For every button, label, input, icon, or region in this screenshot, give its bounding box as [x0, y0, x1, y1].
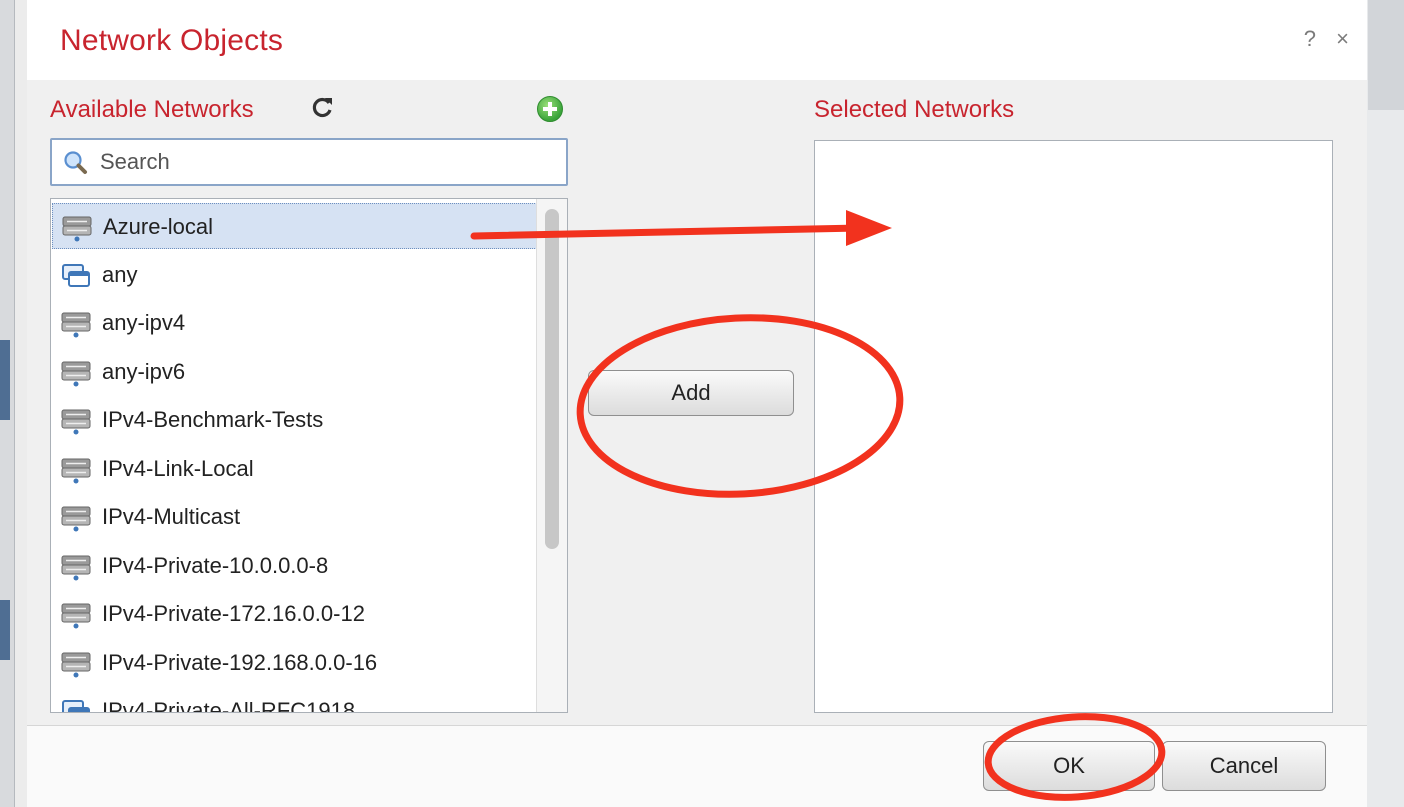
- list-item[interactable]: IPv4-Private-192.168.0.0-16: [52, 640, 537, 686]
- network-host-icon: [61, 312, 91, 338]
- add-circle-icon[interactable]: [537, 96, 563, 122]
- list-scrollbar-thumb[interactable]: [545, 209, 559, 549]
- list-item[interactable]: any-ipv6: [52, 349, 537, 395]
- network-host-icon: [61, 361, 91, 386]
- network-host-icon: [62, 216, 92, 242]
- list-item[interactable]: IPv4-Benchmark-Tests: [52, 397, 537, 443]
- network-host-icon: [61, 506, 91, 532]
- network-group-icon: [62, 700, 90, 712]
- add-button[interactable]: Add: [588, 370, 794, 416]
- background-strip: [1368, 0, 1404, 110]
- selected-networks-list[interactable]: [814, 140, 1333, 713]
- search-placeholder: Search: [100, 149, 170, 174]
- list-item-label: IPv4-Multicast: [102, 504, 241, 529]
- list-item-label: any: [102, 261, 138, 287]
- list-item[interactable]: IPv4-Multicast: [52, 494, 537, 540]
- list-item[interactable]: IPv4-Private-172.16.0.0-12: [52, 591, 537, 637]
- list-item[interactable]: IPv4-Private-10.0.0.0-8: [52, 543, 537, 589]
- dialog-titlebar: Network Objects ? ×: [27, 0, 1367, 80]
- list-item-label: IPv4-Private-172.16.0.0-12: [102, 601, 365, 626]
- network-host-icon: [61, 555, 91, 580]
- cancel-button[interactable]: Cancel: [1162, 741, 1326, 791]
- list-item-label: IPv4-Private-10.0.0.0-8: [102, 552, 329, 578]
- network-host-icon: [61, 652, 91, 677]
- available-networks-label: Available Networks: [50, 96, 254, 123]
- network-host-icon: [61, 603, 91, 629]
- close-icon[interactable]: ×: [1336, 26, 1349, 51]
- list-item-label: IPv4-Private-All-RFC1918: [102, 698, 356, 713]
- search-input[interactable]: Search: [50, 138, 568, 186]
- list-item[interactable]: any: [52, 252, 537, 298]
- list-item[interactable]: Azure-local: [52, 203, 537, 249]
- list-item-label: Azure-local: [103, 214, 214, 239]
- ok-button[interactable]: OK: [983, 741, 1155, 791]
- background-strip: [0, 600, 10, 660]
- search-icon: [64, 151, 87, 174]
- background-app-left: [0, 0, 15, 807]
- list-item[interactable]: IPv4-Link-Local: [52, 446, 537, 492]
- list-item-label: IPv4-Link-Local: [102, 455, 254, 481]
- list-item[interactable]: IPv4-Private-All-RFC1918: [52, 688, 537, 713]
- list-item-label: any-ipv4: [102, 310, 186, 335]
- dialog-title: Network Objects: [60, 24, 284, 57]
- available-networks-list[interactable]: Azure-local any any-ipv4 any-ipv6 IPv4-Bench…: [50, 198, 568, 713]
- network-host-icon: [61, 409, 91, 435]
- background-strip: [0, 340, 10, 420]
- network-host-icon: [61, 458, 91, 483]
- list-item-label: any-ipv6: [102, 358, 186, 384]
- background-app-right: [1364, 0, 1404, 807]
- list-item-label: IPv4-Benchmark-Tests: [102, 407, 324, 432]
- title-actions: ? ×: [1290, 26, 1349, 52]
- network-group-icon: [62, 263, 90, 287]
- refresh-icon[interactable]: [310, 95, 336, 121]
- selected-networks-label: Selected Networks: [814, 96, 1015, 123]
- help-icon[interactable]: ?: [1304, 26, 1316, 51]
- list-scrollbar[interactable]: [536, 199, 567, 712]
- list-item-label: IPv4-Private-192.168.0.0-16: [102, 649, 378, 675]
- list-item[interactable]: any-ipv4: [52, 300, 537, 346]
